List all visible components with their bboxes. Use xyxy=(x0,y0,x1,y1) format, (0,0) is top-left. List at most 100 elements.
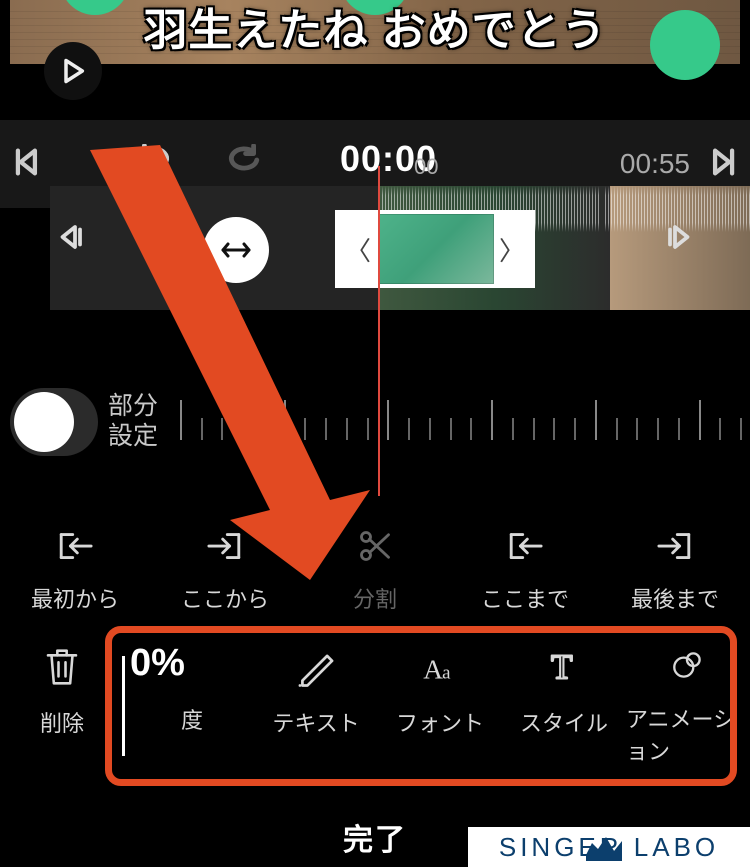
trim-from-here-label: ここから xyxy=(181,582,269,614)
ruler-tick xyxy=(553,418,555,440)
move-horizontal-icon xyxy=(219,238,253,262)
delete-button[interactable]: 削除 xyxy=(0,646,124,766)
trim-to-end-icon xyxy=(652,528,698,564)
trash-icon xyxy=(41,646,83,688)
ruler-tick xyxy=(346,418,348,440)
ruler-tick xyxy=(429,418,431,440)
ruler-tick xyxy=(491,400,493,440)
frame-forward-icon xyxy=(665,220,695,254)
ruler-tick xyxy=(408,418,410,440)
ruler-tick xyxy=(201,418,203,440)
ruler-tick xyxy=(699,400,701,440)
scissors-icon xyxy=(352,528,398,564)
ruler-tick xyxy=(470,418,472,440)
animation-icon xyxy=(667,646,709,684)
partial-settings-row: 部分設定 xyxy=(10,388,740,458)
ruler-tick xyxy=(595,400,597,440)
trim-from-here-button[interactable]: ここから xyxy=(150,520,300,630)
caption-text[interactable]: 羽生えたね おめでとう xyxy=(10,0,740,58)
trim-to-end-label: 最後まで xyxy=(631,582,719,614)
redo-button[interactable] xyxy=(224,144,264,181)
trim-from-here-icon xyxy=(202,528,248,564)
partial-toggle-label: 部分設定 xyxy=(108,391,158,451)
ruler-tick xyxy=(719,418,721,440)
opacity-label: 度 xyxy=(181,703,203,735)
ruler-tick xyxy=(574,418,576,440)
text-edit-button[interactable]: テキスト xyxy=(254,646,378,766)
split-label: 分割 xyxy=(353,582,397,614)
watermark: SINGER LABO xyxy=(468,827,750,867)
trim-to-here-label: ここまで xyxy=(481,582,569,614)
ruler-tick xyxy=(263,418,265,440)
ruler-tick xyxy=(657,418,659,440)
ruler-tick xyxy=(367,418,369,440)
watermark-logo-icon xyxy=(586,833,622,861)
play-icon xyxy=(59,57,87,85)
skip-end-icon xyxy=(708,144,742,180)
partial-toggle[interactable] xyxy=(10,388,98,456)
svg-text:A: A xyxy=(423,655,443,685)
skip-to-start-button[interactable] xyxy=(8,144,42,185)
current-time-frames: 00 xyxy=(414,154,438,180)
duration: 00:55 xyxy=(620,148,690,180)
ruler-tick xyxy=(616,418,618,440)
ruler-tick xyxy=(387,400,389,440)
delete-label: 削除 xyxy=(40,706,84,738)
trim-right-handle[interactable]: 〉 xyxy=(489,231,535,268)
trim-from-start-button[interactable]: 最初から xyxy=(0,520,150,630)
frame-back-icon xyxy=(55,220,85,254)
frame-back-button[interactable] xyxy=(55,220,85,259)
video-preview: 羽生えたね おめでとう xyxy=(10,0,740,64)
font-button[interactable]: A a フォント xyxy=(378,646,502,766)
trim-actions: 最初から ここから 分割 ここまで 最後まで xyxy=(0,520,750,630)
ruler-tick xyxy=(284,400,286,440)
ruler-tick xyxy=(512,418,514,440)
ruler-tick xyxy=(304,418,306,440)
pencil-icon xyxy=(295,646,337,688)
ruler-tick xyxy=(533,418,535,440)
opacity-value: 0% xyxy=(130,646,185,685)
trim-to-end-button[interactable]: 最後まで xyxy=(600,520,750,630)
skip-start-icon xyxy=(8,144,42,180)
undo-button[interactable] xyxy=(134,144,174,181)
ruler-tick xyxy=(678,418,680,440)
undo-icon xyxy=(134,144,174,176)
style-button[interactable]: T スタイル xyxy=(502,646,626,766)
trim-to-here-button[interactable]: ここまで xyxy=(450,520,600,630)
font-icon: A a xyxy=(419,646,461,688)
font-label: フォント xyxy=(396,706,484,738)
timeline[interactable]: 〈 〉 xyxy=(50,186,700,310)
opacity-button[interactable]: 0% 度 xyxy=(124,646,254,766)
trim-to-here-icon xyxy=(502,528,548,564)
clip-selection[interactable]: 〈 〉 xyxy=(335,210,535,288)
text-style-icon: T xyxy=(543,646,585,688)
trim-from-start-icon xyxy=(52,528,98,564)
move-clip-handle[interactable] xyxy=(203,217,269,283)
text-edit-label: テキスト xyxy=(272,706,359,738)
split-button[interactable]: 分割 xyxy=(300,520,450,630)
text-tools-row: 削除 0% 度 テキスト A a フォント T スタイル アニメーション xyxy=(0,646,750,766)
timeline-ruler[interactable] xyxy=(180,388,740,458)
play-button[interactable] xyxy=(44,42,102,100)
trim-from-start-label: 最初から xyxy=(31,582,119,614)
ruler-tick xyxy=(242,418,244,440)
svg-text:T: T xyxy=(551,648,572,687)
toggle-knob xyxy=(14,392,74,452)
animation-button[interactable]: アニメーション xyxy=(626,646,750,766)
svg-text:a: a xyxy=(442,663,451,684)
ruler-tick xyxy=(180,400,182,440)
ruler-tick xyxy=(221,418,223,440)
redo-icon xyxy=(224,144,264,176)
frame-forward-button[interactable] xyxy=(665,220,695,259)
selected-clip-thumb xyxy=(378,214,494,284)
ruler-tick xyxy=(740,418,742,440)
ruler-tick xyxy=(450,418,452,440)
skip-to-end-button[interactable] xyxy=(708,144,742,185)
tools-clip-divider xyxy=(122,656,125,756)
trim-left-handle[interactable]: 〈 xyxy=(335,231,381,268)
animation-label: アニメーション xyxy=(626,702,750,766)
ruler-tick xyxy=(636,418,638,440)
style-label: スタイル xyxy=(520,706,608,738)
playhead[interactable] xyxy=(378,166,380,496)
ruler-tick xyxy=(325,418,327,440)
